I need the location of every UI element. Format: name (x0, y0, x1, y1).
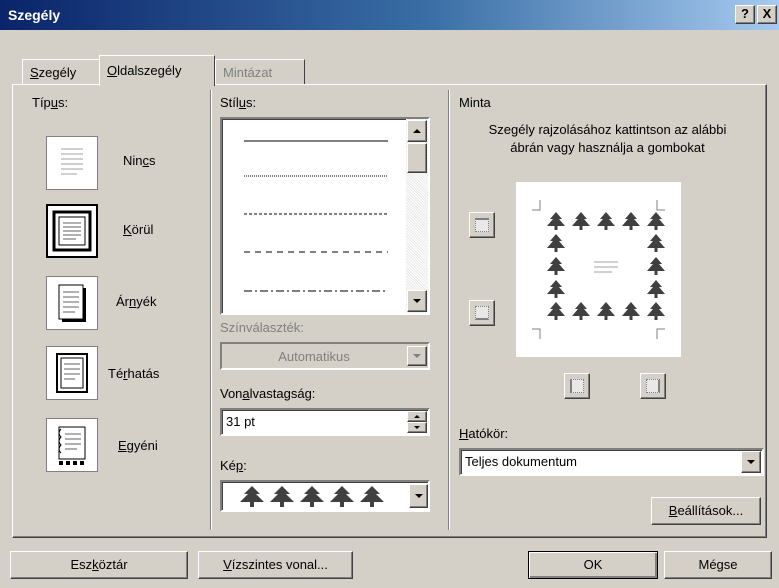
border-none-icon (61, 148, 83, 175)
type-none-button[interactable] (46, 136, 98, 190)
border-custom-icon (58, 426, 86, 465)
type-box-label[interactable]: Körül (123, 222, 153, 237)
apply-to-dropdown[interactable]: Teljes dokumentum (459, 448, 764, 476)
toolbar-button[interactable]: Eszköztár (10, 551, 188, 579)
art-dropdown-button[interactable] (409, 484, 428, 508)
art-label: Kép: (220, 458, 247, 473)
apply-to-dropdown-button[interactable] (741, 451, 761, 473)
color-dropdown-button[interactable] (407, 346, 427, 366)
width-label: Vonalvastagság: (220, 386, 316, 401)
art-dropdown[interactable] (220, 480, 430, 512)
top-border-icon (475, 218, 489, 232)
type-3d-label[interactable]: Térhatás (108, 366, 159, 381)
border-box-icon (52, 210, 92, 252)
ok-button[interactable]: OK (528, 551, 658, 579)
right-border-icon (646, 379, 660, 393)
dialog-title: Szegély (8, 7, 61, 23)
tree-art-icon (240, 486, 384, 507)
options-button[interactable]: Beállítások... (651, 497, 761, 525)
top-border-button[interactable] (469, 212, 495, 238)
type-box-button[interactable] (46, 204, 98, 258)
preview-hint-2: ábrán vagy használja a gombokat (510, 140, 705, 155)
preview-hint-1: Szegély rajzolásához kattintson az alább… (488, 122, 727, 137)
width-spinner[interactable]: 31 pt (220, 408, 430, 436)
color-label: Színválaszték: (220, 320, 304, 335)
type-label: Típus: (32, 95, 69, 110)
help-button[interactable]: ? (735, 5, 755, 24)
line-style-list[interactable] (220, 117, 430, 315)
type-custom-button[interactable] (46, 418, 98, 472)
border-preview[interactable] (516, 182, 681, 357)
tab-page-border[interactable]: Oldalszegély (99, 55, 215, 86)
border-3d-icon (56, 353, 88, 393)
separator (448, 90, 450, 530)
tab-shading[interactable]: Mintázat (215, 59, 305, 85)
border-shadow-icon (58, 284, 86, 322)
width-up-button[interactable] (407, 411, 427, 422)
right-border-button[interactable] (640, 373, 666, 399)
width-down-button[interactable] (407, 422, 427, 433)
type-shadow-button[interactable] (46, 276, 98, 330)
style-label: Stílus: (220, 95, 257, 110)
cancel-button[interactable]: Mégse (664, 551, 772, 579)
scroll-up-button[interactable] (407, 120, 427, 142)
bottom-border-button[interactable] (469, 300, 495, 326)
separator (210, 90, 212, 530)
apply-to-label: Hatókör: (459, 426, 509, 441)
type-custom-label[interactable]: Egyéni (118, 438, 158, 453)
color-value: Automatikus (278, 349, 350, 364)
left-border-button[interactable] (564, 373, 590, 399)
width-value: 31 pt (226, 414, 255, 429)
type-none-label[interactable]: Nincs (123, 153, 156, 168)
type-shadow-label[interactable]: Árnyék (116, 294, 156, 309)
line-style-samples (244, 140, 388, 292)
bottom-border-icon (475, 306, 489, 320)
close-button[interactable]: X (757, 5, 777, 24)
apply-to-value: Teljes dokumentum (465, 454, 577, 469)
type-3d-button[interactable] (46, 346, 98, 400)
color-dropdown[interactable]: Automatikus (220, 342, 430, 370)
title-bar: Szegély ? X (0, 0, 779, 30)
scroll-down-button[interactable] (407, 290, 427, 312)
scroll-thumb[interactable] (407, 143, 427, 173)
tab-border[interactable]: Szegély (22, 59, 100, 85)
preview-label: Minta (459, 95, 491, 110)
left-border-icon (570, 379, 584, 393)
horizontal-line-button[interactable]: Vízszintes vonal... (198, 551, 353, 579)
tree-border-preview-icon (532, 200, 665, 339)
